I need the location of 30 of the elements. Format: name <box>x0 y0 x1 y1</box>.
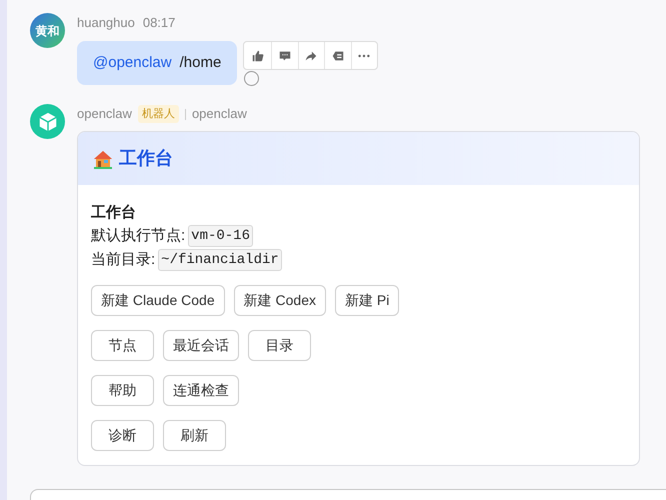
message-text: /home <box>180 52 222 73</box>
field-label: 默认执行节点: <box>91 226 186 246</box>
code-value: ~/financialdir <box>158 249 282 271</box>
like-icon <box>250 48 265 62</box>
action-button[interactable]: 诊断 <box>91 420 154 451</box>
action-button[interactable]: 目录 <box>248 330 311 361</box>
action-button[interactable]: 节点 <box>91 330 154 361</box>
read-status-icon <box>244 71 260 86</box>
action-button[interactable]: 新建 Claude Code <box>91 285 225 316</box>
card-title: 工作台 <box>119 147 173 170</box>
source-name: openclaw <box>192 105 247 123</box>
sender-name: huanghuo <box>77 14 135 32</box>
cube-icon <box>36 110 58 132</box>
section-heading: 工作台 <box>91 203 137 223</box>
action-button[interactable]: 连通检查 <box>163 375 239 406</box>
action-button[interactable]: 新建 Pi <box>334 285 400 316</box>
action-button[interactable]: 帮助 <box>91 375 154 406</box>
code-value: vm-0-16 <box>188 225 253 247</box>
message-time: 08:17 <box>142 14 176 32</box>
bot-badge: 机器人 <box>138 105 179 123</box>
house-icon <box>93 148 113 168</box>
action-button[interactable]: 刷新 <box>163 420 226 451</box>
sender-name: openclaw <box>77 105 132 123</box>
action-button[interactable]: 新建 Codex <box>234 285 326 316</box>
field-label: 当前目录: <box>91 250 156 270</box>
mention-link[interactable]: @openclaw <box>93 52 172 74</box>
action-button[interactable]: 最近会话 <box>163 330 239 361</box>
comment-icon <box>278 48 292 62</box>
message-input[interactable] <box>30 489 666 500</box>
archive-icon <box>330 48 345 62</box>
